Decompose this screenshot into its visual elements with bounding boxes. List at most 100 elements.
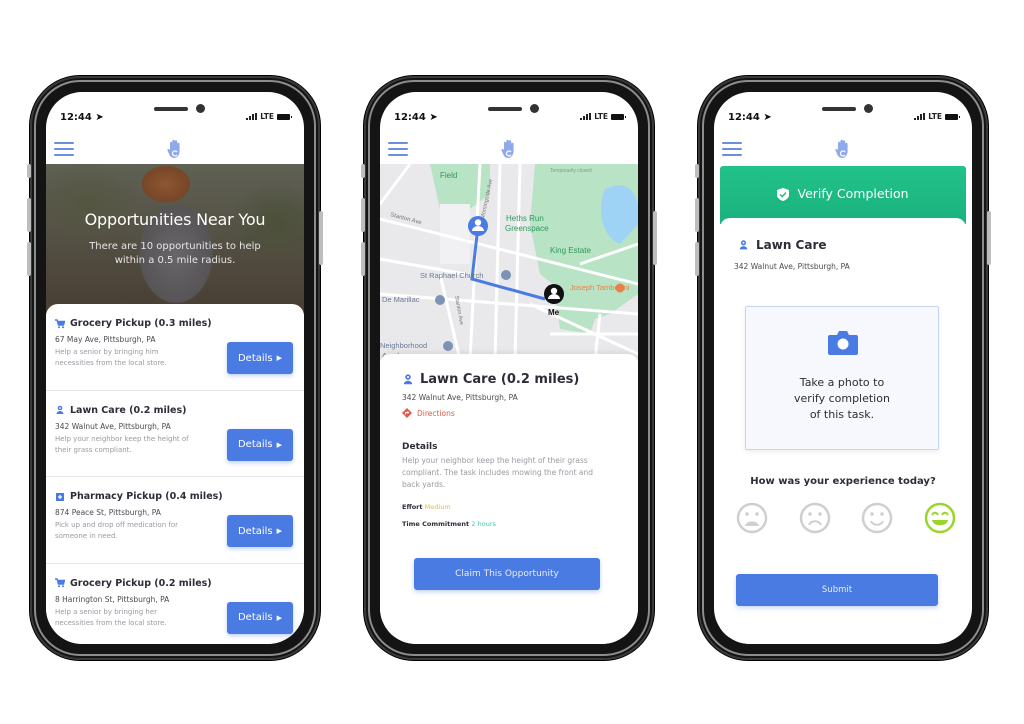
take-photo-area[interactable]: Take a photo to verify completion of thi… <box>745 306 939 450</box>
item-title: Grocery Pickup (0.3 miles) <box>70 318 212 329</box>
front-camera <box>864 104 873 113</box>
item-description: Pick up and drop off medication for some… <box>55 521 178 540</box>
status-time: 12:44 ➤ <box>60 112 104 123</box>
happy-face-icon[interactable] <box>861 502 893 534</box>
hero-banner: Opportunities Near You There are 10 oppo… <box>46 164 304 314</box>
hand-logo-icon <box>835 139 848 158</box>
effort-value: Medium <box>424 503 451 511</box>
signal-icon <box>914 113 926 120</box>
school-pin-icon <box>435 295 445 305</box>
claim-opportunity-button[interactable]: Claim This Opportunity <box>414 558 600 590</box>
speaker <box>154 107 188 111</box>
cart-icon <box>55 318 65 328</box>
cart-icon <box>55 578 65 588</box>
verify-card: Lawn Care 342 Walnut Ave, Pittsburgh, PA… <box>720 218 966 644</box>
screen: 12:44 ➤ LTE Verify Completion Lawn Care <box>714 92 972 644</box>
opportunity-item[interactable]: Lawn Care (0.2 miles) 342 Walnut Ave, Pi… <box>46 391 304 477</box>
play-arrow-icon: ▶ <box>276 440 283 449</box>
item-title: Pharmacy Pickup (0.4 miles) <box>70 491 223 502</box>
map-label: Greenspace <box>505 224 549 233</box>
map-graphic: Field Temporarily closed Stanton Ave Mor… <box>380 164 638 360</box>
item-description: Help your neighbor keep the height of th… <box>55 434 189 454</box>
menu-icon[interactable] <box>388 142 408 156</box>
task-address: 342 Walnut Ave, Pittsburgh, PA <box>734 262 850 271</box>
verify-header-title: Verify Completion <box>797 186 909 201</box>
power-button <box>987 211 991 265</box>
person-pin-icon <box>739 240 748 250</box>
speaker <box>488 107 522 111</box>
front-camera <box>196 104 205 113</box>
signal-icon <box>246 113 258 120</box>
map-label: Temporarily closed <box>550 168 592 174</box>
sad-face-icon[interactable] <box>799 502 831 534</box>
time-commitment-value: 2 hours <box>471 520 496 528</box>
details-button[interactable]: Details ▶ <box>227 601 293 634</box>
item-description: Help a senior by bringing her necessitie… <box>55 607 167 627</box>
status-indicators: LTE <box>914 112 960 121</box>
app-bar <box>46 138 304 164</box>
map-label: Heths Run <box>506 214 544 223</box>
volume-up-button <box>361 198 365 232</box>
map-view[interactable]: Field Temporarily closed Stanton Ave Mor… <box>380 164 638 360</box>
volume-up-button <box>27 198 31 232</box>
map-label: De Marillac <box>382 295 420 304</box>
phone-opportunity-detail: 12:44 ➤ LTE Field Temporarily closed Sta… <box>361 76 657 660</box>
task-title: Lawn Care <box>756 238 827 252</box>
details-button[interactable]: Details ▶ <box>227 342 293 374</box>
app-bar <box>714 138 972 164</box>
phone-verify-completion: 12:44 ➤ LTE Verify Completion Lawn Care <box>695 76 991 660</box>
map-label: Field <box>440 171 457 180</box>
destination-marker-icon <box>468 216 488 236</box>
menu-icon[interactable] <box>722 142 742 156</box>
hand-logo-icon <box>167 139 180 158</box>
directions-link[interactable]: Directions <box>402 408 638 418</box>
shield-check-icon <box>777 188 790 201</box>
status-indicators: LTE <box>246 112 292 121</box>
opportunity-item[interactable]: Grocery Pickup (0.2 miles) 8 Harrington … <box>46 564 304 645</box>
menu-icon[interactable] <box>54 142 74 156</box>
play-arrow-icon: ▶ <box>276 613 283 622</box>
pharmacy-icon <box>56 492 64 501</box>
item-description: Help a senior by bringing him necessitie… <box>55 348 167 367</box>
status-indicators: LTE <box>580 112 626 121</box>
power-button <box>653 211 657 265</box>
details-button[interactable]: Details ▶ <box>227 428 293 461</box>
verify-header: Verify Completion <box>720 166 966 224</box>
network-label: LTE <box>260 112 274 121</box>
mute-switch <box>361 164 365 178</box>
details-button[interactable]: Details ▶ <box>227 515 293 547</box>
item-title: Lawn Care (0.2 miles) <box>70 404 187 416</box>
opportunity-item[interactable]: Pharmacy Pickup (0.4 miles) 874 Peace St… <box>46 477 304 564</box>
location-arrow-icon: ➤ <box>429 112 438 123</box>
time-commitment-row: Time Commitment 2 hours <box>402 520 496 528</box>
battery-icon <box>277 113 292 120</box>
very-happy-face-icon-selected[interactable] <box>924 502 956 534</box>
screen: 12:44 ➤ LTE Field Temporarily closed Sta… <box>380 92 638 644</box>
very-sad-face-icon[interactable] <box>736 502 768 534</box>
effort-row: Effort Medium <box>402 503 451 511</box>
item-title: Grocery Pickup (0.2 miles) <box>70 577 212 589</box>
status-bar: 12:44 ➤ LTE <box>380 92 638 138</box>
details-text: Help your neighbor keep the height of th… <box>402 456 594 489</box>
screen: 12:44 ➤ LTE Opportunities Near You There… <box>46 92 304 644</box>
submit-button[interactable]: Submit <box>736 574 938 606</box>
me-label: Me <box>548 308 560 317</box>
restaurant-pin-icon <box>615 283 625 293</box>
app-bar <box>380 138 638 164</box>
photo-prompt: Take a photo to verify completion of thi… <box>794 376 890 421</box>
speaker <box>822 107 856 111</box>
status-bar: 12:44 ➤ LTE <box>46 92 304 138</box>
opportunity-detail-card: Lawn Care (0.2 miles) 342 Walnut Ave, Pi… <box>380 354 638 644</box>
phone-opportunities: 12:44 ➤ LTE Opportunities Near You There… <box>27 76 323 660</box>
play-arrow-icon: ▶ <box>276 527 283 535</box>
details-heading: Details <box>402 442 438 452</box>
opportunity-item[interactable]: Grocery Pickup (0.3 miles) 67 May Ave, P… <box>46 304 304 391</box>
play-arrow-icon: ▶ <box>276 354 283 362</box>
network-label: LTE <box>928 112 942 121</box>
location-arrow-icon: ➤ <box>95 112 104 123</box>
map-label: King Estate <box>550 246 591 255</box>
status-time: 12:44 ➤ <box>728 112 772 123</box>
hero-subtitle: There are 10 opportunities to help withi… <box>89 241 261 266</box>
signal-icon <box>580 113 592 120</box>
detail-title: Lawn Care (0.2 miles) <box>420 372 580 387</box>
